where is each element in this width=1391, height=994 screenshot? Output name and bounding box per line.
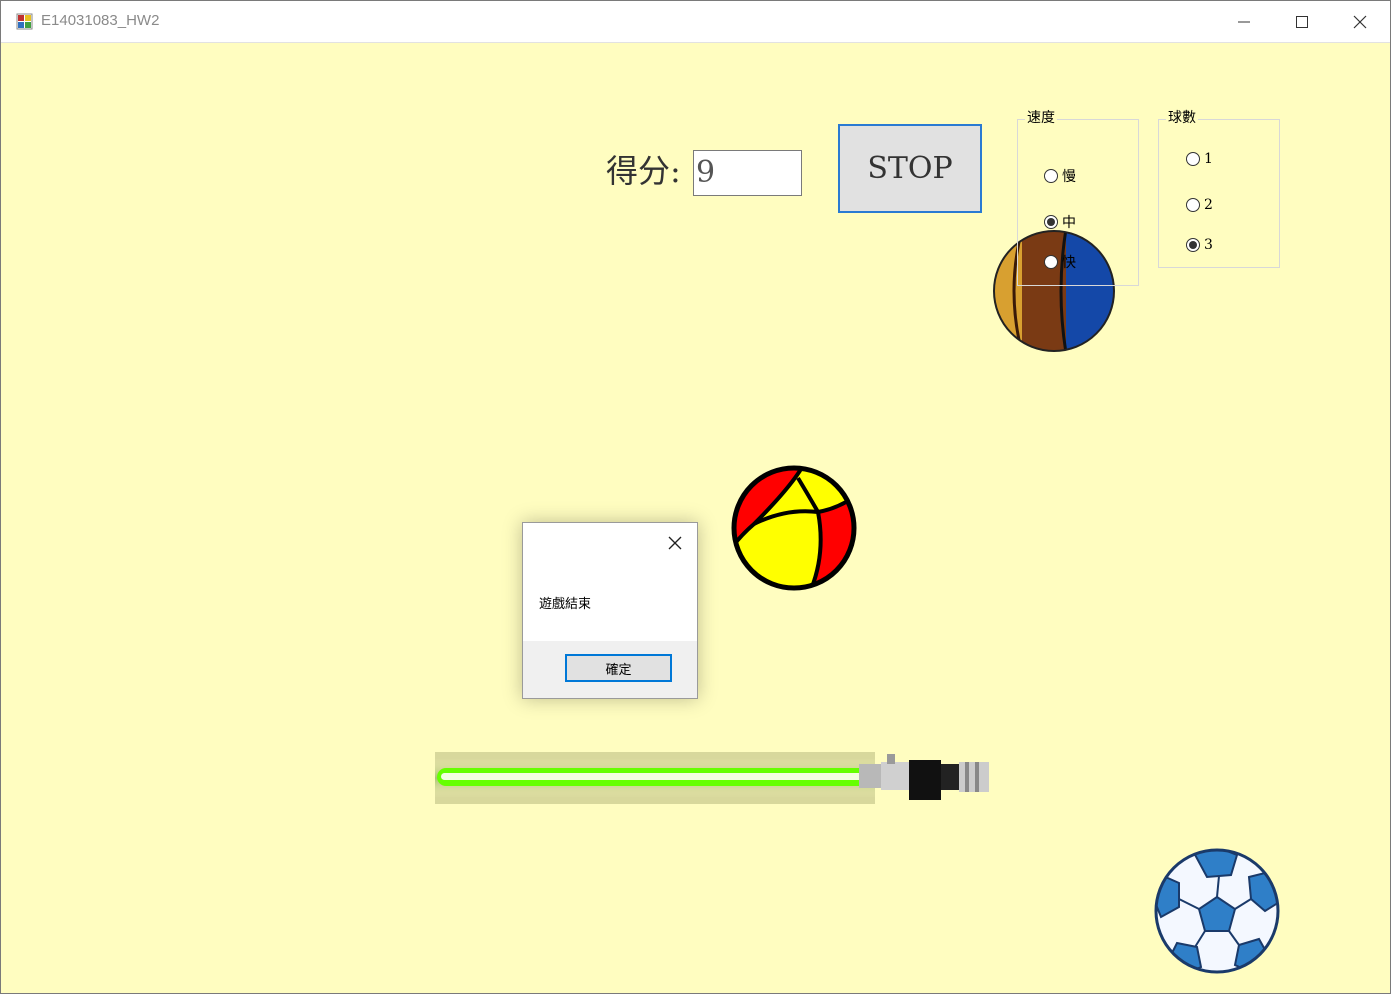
radio-button-icon (1044, 255, 1058, 269)
speed-group: 速度 慢 中 快 (1017, 110, 1139, 286)
beach-ball (731, 465, 857, 591)
speed-radio-medium-label: 中 (1062, 215, 1076, 231)
speed-radio-medium[interactable]: 中 (1044, 212, 1076, 232)
maximize-button[interactable] (1273, 1, 1331, 42)
app-window: E14031083_HW2 得分: 9 STOP 速度 慢 中 快 球數 1 2… (0, 0, 1391, 994)
stop-button[interactable]: STOP (838, 124, 982, 213)
radio-button-icon (1186, 152, 1200, 166)
radio-button-icon (1044, 169, 1058, 183)
dialog-footer: 確定 (523, 641, 697, 698)
close-icon (1353, 15, 1367, 28)
speed-radio-slow-label: 慢 (1062, 169, 1076, 185)
close-icon[interactable] (665, 533, 685, 553)
lightsaber-paddle[interactable] (435, 748, 991, 808)
ok-button[interactable]: 確定 (565, 654, 672, 682)
maximize-icon (1296, 15, 1308, 28)
ball-count-radio-1-label: 1 (1204, 151, 1213, 167)
radio-selected-dot (1047, 218, 1055, 226)
speed-radio-fast-label: 快 (1062, 255, 1076, 271)
radio-selected-dot (1189, 241, 1197, 249)
ball-count-radio-3-label: 3 (1204, 237, 1213, 253)
game-area: 得分: 9 STOP 速度 慢 中 快 球數 1 2 3 遊戲結束 確定 (1, 43, 1390, 993)
radio-button-icon (1044, 215, 1058, 229)
ball-count-group-title: 球數 (1166, 110, 1198, 126)
radio-button-icon (1186, 198, 1200, 212)
ball-count-radio-2-label: 2 (1204, 197, 1213, 213)
ball-count-group: 球數 1 2 3 (1158, 110, 1280, 268)
minimize-icon (1238, 21, 1250, 22)
window-title: E14031083_HW2 (41, 12, 160, 29)
score-textbox[interactable]: 9 (693, 150, 802, 196)
app-icon (16, 13, 33, 30)
speed-radio-slow[interactable]: 慢 (1044, 166, 1076, 186)
minimize-button[interactable] (1215, 1, 1273, 42)
speed-radio-fast[interactable]: 快 (1044, 252, 1076, 272)
close-button[interactable] (1331, 1, 1389, 42)
speed-group-title: 速度 (1025, 110, 1057, 126)
game-over-dialog: 遊戲結束 確定 (522, 522, 698, 699)
radio-button-icon (1186, 238, 1200, 252)
dialog-message: 遊戲結束 (539, 597, 592, 612)
soccer-ball (1154, 848, 1280, 974)
ball-count-radio-1[interactable]: 1 (1186, 151, 1213, 167)
ball-count-radio-3[interactable]: 3 (1186, 237, 1213, 253)
title-bar[interactable]: E14031083_HW2 (1, 1, 1390, 43)
ball-count-radio-2[interactable]: 2 (1186, 197, 1213, 213)
score-label: 得分: (606, 152, 681, 190)
